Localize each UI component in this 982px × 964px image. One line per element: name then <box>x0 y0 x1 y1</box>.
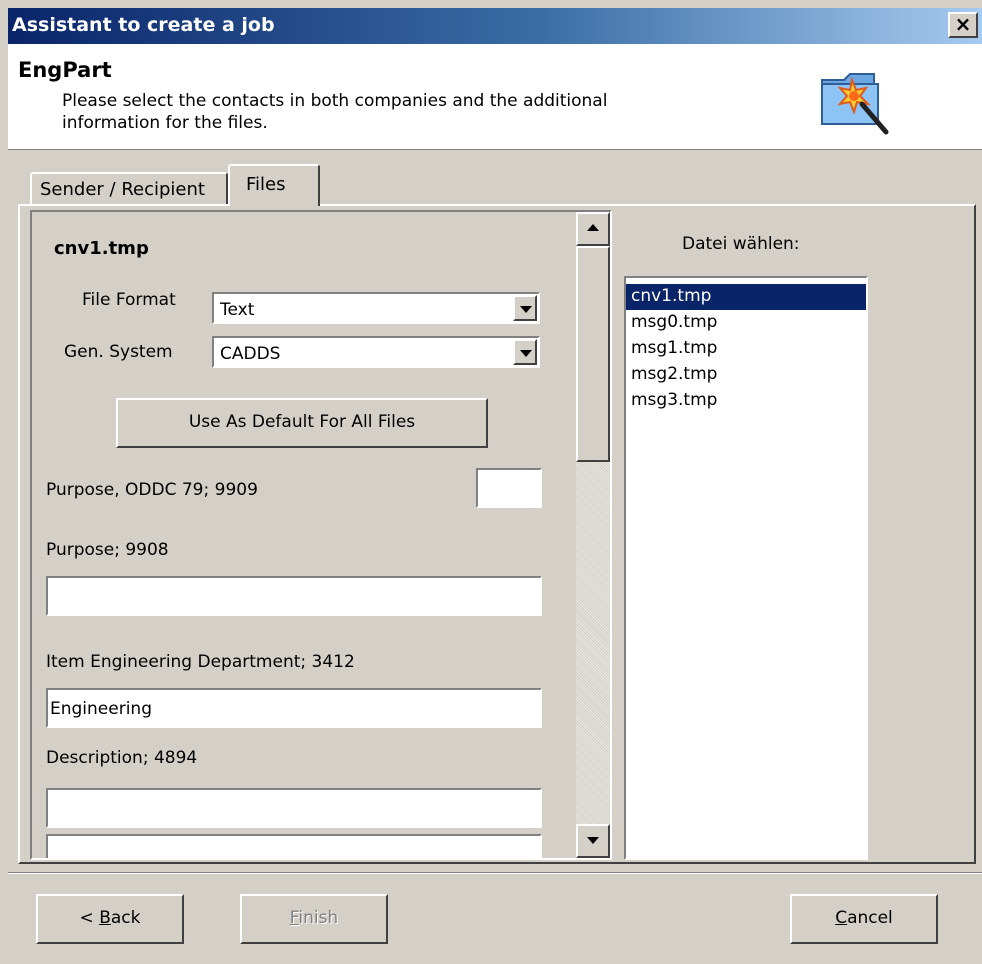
chevron-down-icon[interactable] <box>513 295 537 321</box>
finish-button[interactable]: Finish <box>240 894 388 944</box>
use-as-default-button[interactable]: Use As Default For All Files <box>116 398 488 448</box>
list-item[interactable]: msg0.tmp <box>626 310 866 336</box>
current-filename: cnv1.tmp <box>54 238 149 259</box>
file-list[interactable]: cnv1.tmp msg0.tmp msg1.tmp msg2.tmp msg3… <box>624 276 868 860</box>
tab-sender-recipient[interactable]: Sender / Recipient <box>30 172 228 204</box>
gen-system-label: Gen. System <box>64 342 173 362</box>
close-button[interactable]: × <box>948 12 978 38</box>
tab-files[interactable]: Files <box>228 164 320 206</box>
tab-sender-recipient-label: Sender / Recipient <box>40 179 205 200</box>
cancel-button[interactable]: Cancel <box>790 894 938 944</box>
scroll-thumb[interactable] <box>576 246 610 462</box>
wizard-folder-icon <box>821 73 889 135</box>
item-eng-dept-input[interactable]: Engineering <box>46 688 542 728</box>
cancel-button-rest: ancel <box>847 908 893 928</box>
item-eng-dept-value: Engineering <box>50 699 152 719</box>
list-item[interactable]: msg1.tmp <box>626 336 866 362</box>
file-properties-content: cnv1.tmp File Format Text Gen. System CA… <box>32 212 574 858</box>
header-subtitle: Please select the contacts in both compa… <box>62 91 608 133</box>
purpose-oddc-input[interactable] <box>476 468 542 508</box>
purpose-oddc-label: Purpose, ODDC 79; 9909 <box>46 480 258 500</box>
file-format-value: Text <box>220 300 255 320</box>
description-input[interactable] <box>46 788 542 828</box>
window-title: Assistant to create a job <box>12 14 275 36</box>
scroll-up-icon[interactable] <box>576 212 610 246</box>
gen-system-select[interactable]: CADDS <box>212 336 540 368</box>
file-list-label: Datei wählen: <box>682 234 800 254</box>
cancel-button-mnemonic: C <box>835 908 848 928</box>
tab-files-label: Files <box>246 174 286 195</box>
back-button-rest: ack <box>110 908 141 928</box>
header-title: EngPart <box>18 58 112 82</box>
list-item[interactable]: msg3.tmp <box>626 388 866 414</box>
chevron-down-icon[interactable] <box>513 339 537 365</box>
finish-button-rest: inish <box>298 908 339 928</box>
description-label: Description; 4894 <box>46 748 198 768</box>
wizard-header: EngPart Please select the contacts in bo… <box>8 44 982 150</box>
gen-system-value: CADDS <box>220 344 281 364</box>
file-format-select[interactable]: Text <box>212 292 540 324</box>
bottom-separator <box>8 872 982 874</box>
close-icon: × <box>954 12 972 36</box>
item-eng-dept-label: Item Engineering Department; 3412 <box>46 652 355 672</box>
file-format-label: File Format <box>82 290 176 310</box>
back-button[interactable]: < Back <box>36 894 184 944</box>
title-bar: Assistant to create a job × <box>8 8 982 44</box>
description-input-2[interactable] <box>46 834 542 858</box>
list-item[interactable]: msg2.tmp <box>626 362 866 388</box>
back-button-mnemonic: B <box>99 908 111 928</box>
purpose-input[interactable] <box>46 576 542 616</box>
purpose-label: Purpose; 9908 <box>46 540 169 560</box>
back-button-prefix: < <box>79 908 100 928</box>
vertical-scrollbar[interactable] <box>576 212 610 858</box>
wizard-window: Assistant to create a job × EngPart Plea… <box>0 0 982 964</box>
list-item[interactable]: cnv1.tmp <box>626 284 866 310</box>
file-properties-pane: cnv1.tmp File Format Text Gen. System CA… <box>30 210 612 860</box>
scroll-down-icon[interactable] <box>576 824 610 858</box>
